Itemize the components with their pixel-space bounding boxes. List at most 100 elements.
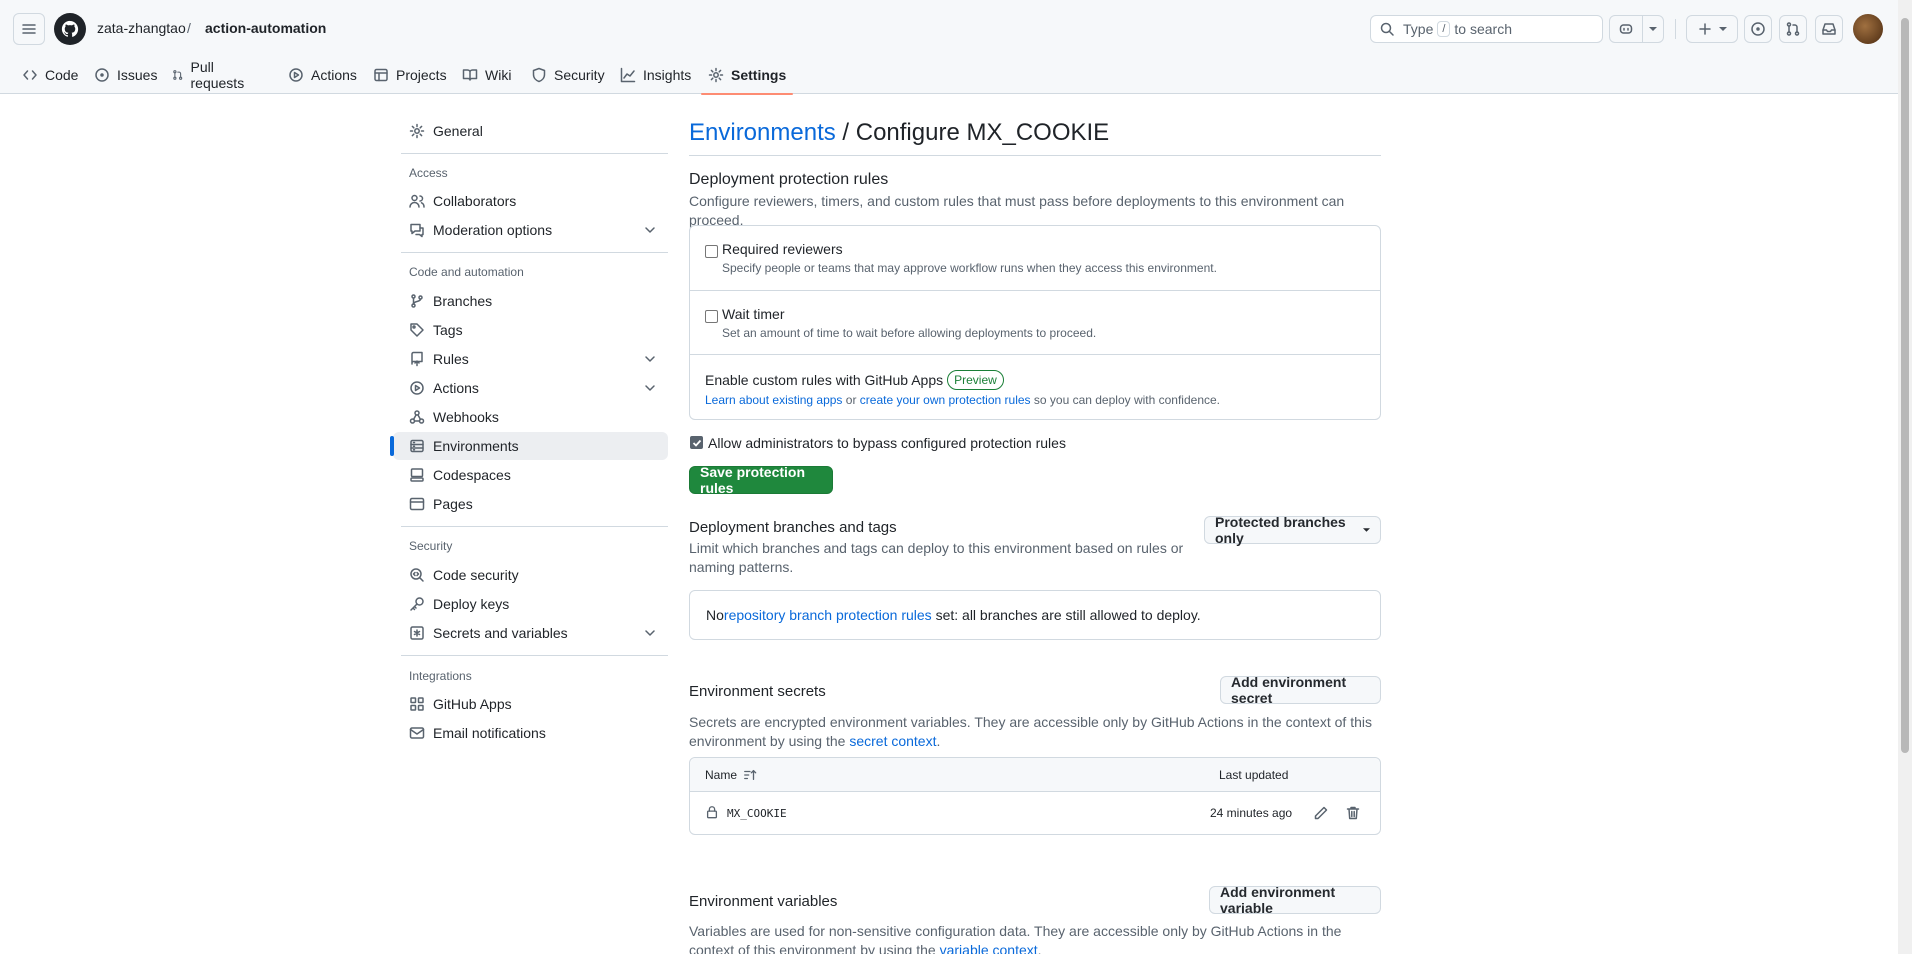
play-icon [410,381,424,395]
sidebar-item-label: Email notifications [433,725,546,741]
git-pull-request-icon [1786,22,1800,36]
codespaces-icon [410,468,424,482]
tab-settings[interactable]: Settings [700,56,794,95]
wait-timer-desc: Set an amount of time to wait before all… [722,326,1097,340]
open-menu-button[interactable] [13,13,45,45]
copilot-dropdown-button[interactable] [1643,16,1663,42]
sidebar-item-label: Codespaces [433,467,511,483]
custom-rules-desc: Learn about existing apps or create your… [705,393,1220,407]
repo-name-link[interactable]: action-automation [205,20,326,36]
scrollbar-thumb[interactable] [1901,18,1909,753]
git-branch-icon [411,294,423,308]
deployment-branches-desc: Limit which branches and tags can deploy… [689,540,1184,575]
sidebar-item-codespaces[interactable]: Codespaces [393,461,668,489]
sidebar-item-actions[interactable]: Actions [393,374,668,402]
sidebar-item-environments[interactable]: Environments [390,432,668,460]
save-protection-rules-button[interactable]: Save protection rules [689,464,833,496]
sidebar-item-rules[interactable]: Rules [393,345,668,373]
book-icon [462,69,478,81]
name-column-header[interactable]: Name [705,768,757,782]
deployment-branches-select[interactable]: Protected branches only [1204,514,1381,546]
create-new-button[interactable] [1686,15,1738,43]
pencil-icon[interactable] [1313,805,1329,821]
tab-code[interactable]: Code [22,56,78,94]
environments-link[interactable]: Environments [689,119,836,146]
create-protection-rules-link[interactable]: create your own protection rules [860,393,1031,407]
inbox-button[interactable] [1815,15,1843,43]
required-reviewers-checkbox[interactable] [705,245,718,258]
page-scrollbar[interactable] [1898,0,1912,954]
tab-security[interactable]: Security [531,56,605,94]
copilot-icon [1619,24,1633,34]
variables-desc-end: . [1037,942,1042,954]
secret-context-link[interactable]: secret context [849,733,936,749]
variable-context-link[interactable]: variable context [940,942,1038,954]
tab-wiki[interactable]: Wiki [462,56,511,94]
sidebar-item-webhooks[interactable]: Webhooks [393,403,668,431]
copilot-button[interactable] [1610,16,1643,42]
codescan-icon [410,568,424,582]
tab-insights[interactable]: Insights [620,56,691,94]
tab-label: Insights [643,67,692,83]
sidebar-item-github-apps[interactable]: GitHub Apps [393,690,668,718]
sidebar-item-secrets-and-variables[interactable]: Secrets and variables [393,619,668,647]
required-reviewers-label: Required reviewers [722,241,843,257]
wait-timer-checkbox[interactable] [705,310,718,323]
github-logo-icon[interactable] [54,13,86,45]
your-pull-requests-button[interactable] [1779,15,1807,43]
add-environment-variable-button[interactable]: Add environment variable [1209,884,1381,916]
environment-variables-desc: Variables are used for non-sensitive con… [689,922,1381,954]
custom-rules-title: Enable custom rules with GitHub Apps Pre… [705,370,1004,390]
sidebar-item-deploy-keys[interactable]: Deploy keys [393,590,668,618]
allow-admins-bypass-checkbox[interactable] [690,436,703,449]
sidebar-divider [401,252,668,253]
sidebar-item-email-notifications[interactable]: Email notifications [393,719,668,747]
branch-protection-rules-link[interactable]: repository branch protection rules [724,607,932,623]
tab-pull-requests[interactable]: Pull requests [172,56,249,94]
git-pull-request-icon [173,70,183,80]
sidebar-item-code-security[interactable]: Code security [393,561,668,589]
tab-actions[interactable]: Actions [288,56,357,94]
repo-push-icon [411,351,423,367]
triangle-down-icon [1363,528,1370,532]
chevron-down-icon [645,227,655,233]
secret-name: MX_COOKIE [727,807,787,820]
sidebar-item-general[interactable]: General [393,117,668,145]
sidebar-item-pages[interactable]: Pages [393,490,668,518]
tab-label: Code [45,67,79,83]
tab-projects[interactable]: Projects [373,56,447,94]
search-input[interactable]: Type / to search [1370,15,1603,43]
trash-icon[interactable] [1345,805,1361,821]
custom-rules-row: Enable custom rules with GitHub Apps Pre… [690,354,1380,419]
sidebar-item-collaborators[interactable]: Collaborators [393,187,668,215]
gear-icon [409,123,425,139]
lock-icon [706,806,718,819]
user-avatar[interactable] [1853,14,1883,44]
sidebar-item-label: Moderation options [433,222,553,238]
tab-issues[interactable]: Issues [94,56,157,94]
tab-label: Actions [311,67,357,83]
preview-badge: Preview [947,370,1004,390]
tab-label: Issues [117,67,158,83]
sidebar-item-label: Webhooks [433,409,499,425]
confidence-text: so you can deploy with confidence. [1030,393,1220,407]
play-icon [289,68,303,82]
tab-label: Pull requests [190,59,245,91]
repo-owner-link[interactable]: zata-zhangtao [97,20,186,36]
apps-icon [410,697,424,711]
required-reviewers-row: Required reviewers Specify people or tea… [690,226,1380,290]
add-environment-secret-button[interactable]: Add environment secret [1220,674,1381,706]
shield-icon [532,67,546,83]
sidebar-item-tags[interactable]: Tags [393,316,668,344]
protection-rules-box: Required reviewers Specify people or tea… [689,225,1381,420]
comment-discussion-icon [410,223,424,238]
branches-allowed-text: set: all branches are still allowed to d… [931,607,1201,623]
tag-icon [410,323,424,337]
last-updated-column-header: Last updated [1219,768,1289,782]
required-reviewers-desc: Specify people or teams that may approve… [722,261,1217,275]
sidebar-item-label: Code security [433,567,519,583]
your-issues-button[interactable] [1744,15,1772,43]
learn-existing-apps-link[interactable]: Learn about existing apps [705,393,842,407]
sidebar-item-moderation-options[interactable]: Moderation options [393,216,668,244]
sidebar-item-branches[interactable]: Branches [393,287,668,315]
